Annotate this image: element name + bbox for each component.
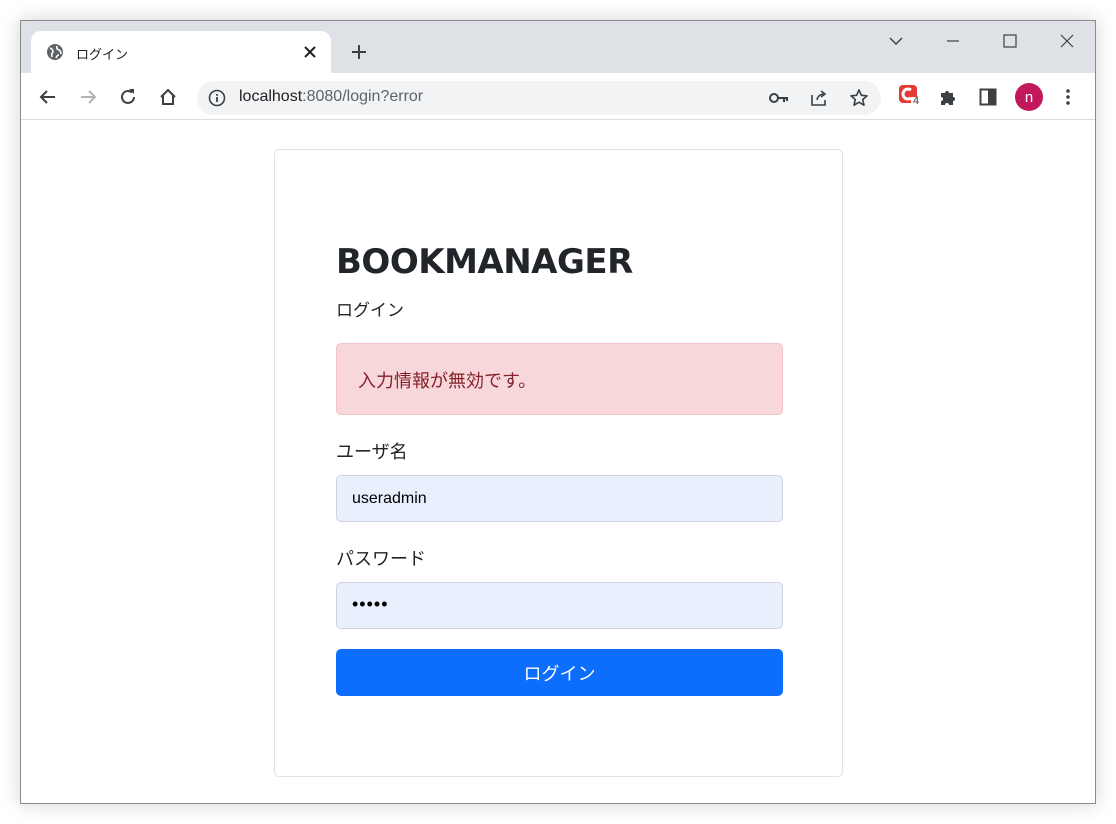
address-bar[interactable]: localhost:8080/login?error xyxy=(197,81,881,115)
reload-icon[interactable] xyxy=(115,84,141,110)
share-icon[interactable] xyxy=(807,86,831,110)
url-host: localhost xyxy=(239,88,303,105)
extension-icon[interactable]: 4 xyxy=(899,85,921,109)
chevron-down-icon[interactable] xyxy=(882,29,910,53)
plus-icon[interactable] xyxy=(347,40,371,64)
login-subtitle: ログイン xyxy=(336,301,404,321)
browser-window: ログイン localhost:8080/login?error 4 n BOOK… xyxy=(20,20,1096,804)
forward-icon[interactable] xyxy=(75,84,101,110)
url-path: :8080/login?error xyxy=(302,88,424,105)
key-icon[interactable] xyxy=(767,86,791,110)
password-field[interactable]: ••••• xyxy=(336,582,783,629)
minimize-icon[interactable] xyxy=(939,29,967,53)
back-icon[interactable] xyxy=(35,84,61,110)
page-title: BOOKMANAGER xyxy=(336,242,633,282)
puzzle-icon[interactable] xyxy=(935,84,961,110)
tab-title: ログイン xyxy=(76,48,129,63)
home-icon[interactable] xyxy=(155,84,181,110)
info-icon[interactable] xyxy=(208,89,226,107)
error-alert: 入力情報が無効です。 xyxy=(336,343,783,415)
page-content: BOOKMANAGER ログイン 入力情報が無効です。 ユーザ名 useradm… xyxy=(21,121,1095,803)
window-close-icon[interactable] xyxy=(1053,29,1081,53)
side-panel-icon[interactable] xyxy=(975,84,1001,110)
login-button[interactable]: ログイン xyxy=(336,649,783,696)
star-icon[interactable] xyxy=(847,86,871,110)
url-text: localhost:8080/login?error xyxy=(239,88,423,106)
globe-icon xyxy=(46,43,64,61)
close-icon[interactable] xyxy=(299,41,321,63)
error-message: 入力情報が無効です。 xyxy=(358,371,537,392)
tab-login[interactable]: ログイン xyxy=(31,31,331,73)
tab-strip: ログイン xyxy=(21,21,1095,73)
more-vert-icon[interactable] xyxy=(1055,84,1081,110)
login-card: BOOKMANAGER ログイン 入力情報が無効です。 ユーザ名 useradm… xyxy=(274,149,843,777)
extension-badge-count: 4 xyxy=(913,95,920,107)
password-label: パスワード xyxy=(336,549,426,570)
avatar[interactable]: n xyxy=(1015,83,1043,111)
username-label: ユーザ名 xyxy=(336,442,408,463)
maximize-icon[interactable] xyxy=(996,29,1024,53)
username-field[interactable]: useradmin xyxy=(336,475,783,522)
browser-toolbar: localhost:8080/login?error 4 n xyxy=(21,73,1095,120)
